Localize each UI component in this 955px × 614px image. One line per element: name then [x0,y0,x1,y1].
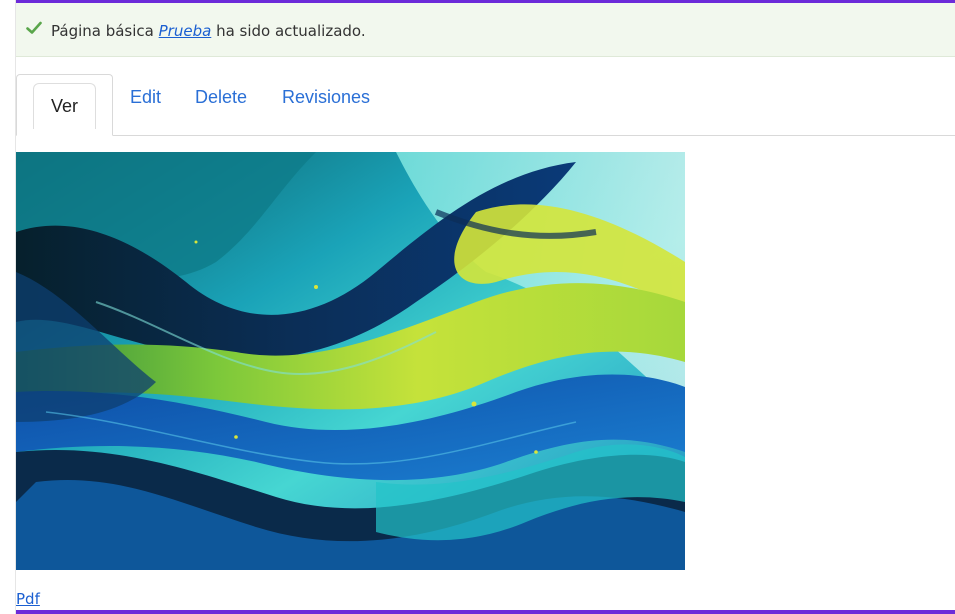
left-border [0,0,16,614]
content-image [16,152,685,570]
status-prefix: Página básica [51,22,159,40]
status-suffix: ha sido actualizado. [211,22,366,40]
page: Página básica Prueba ha sido actualizado… [0,0,955,614]
tab-revisiones[interactable]: Revisiones [282,86,370,108]
tab-delete[interactable]: Delete [195,86,247,108]
tab-ver[interactable]: Ver [33,83,96,129]
check-icon [26,21,42,34]
tab-ver-container: Ver [16,74,113,136]
status-message: Página básica Prueba ha sido actualizado… [16,3,955,57]
status-page-link[interactable]: Prueba [159,22,212,40]
pdf-attachment-link[interactable]: Pdf [16,590,40,608]
local-tasks-tabs: Ver Edit Delete Revisiones [16,74,955,136]
status-text: Página básica Prueba ha sido actualizado… [51,21,366,41]
tab-edit[interactable]: Edit [130,86,161,108]
bottom-accent-bar [16,610,955,614]
